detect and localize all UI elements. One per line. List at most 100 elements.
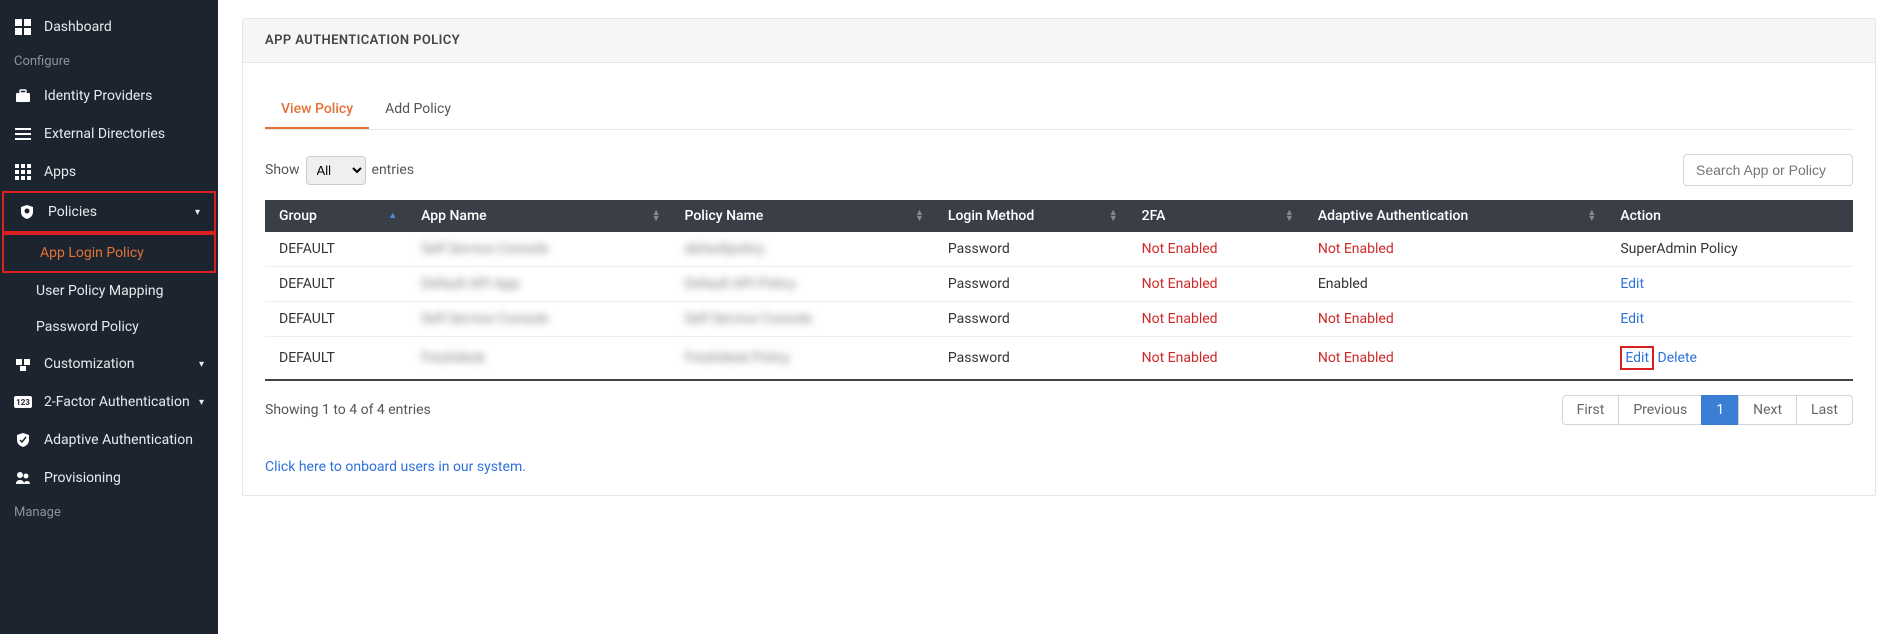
cell-login-method: Password xyxy=(934,337,1128,381)
sidebar-item-label: Password Policy xyxy=(36,319,139,335)
sidebar-item-label: User Policy Mapping xyxy=(36,283,163,299)
edit-link[interactable]: Edit xyxy=(1620,276,1644,292)
cell-group: DEFAULT xyxy=(265,232,407,267)
briefcase-icon xyxy=(14,87,32,105)
cell-app-name: Self Service Console xyxy=(407,232,670,267)
shield-icon xyxy=(18,203,36,221)
sidebar-item-label: Customization xyxy=(44,356,134,372)
cell-app-name: Self Service Console xyxy=(407,302,670,337)
cell-login-method: Password xyxy=(934,232,1128,267)
sidebar-item-identity-providers[interactable]: Identity Providers xyxy=(0,77,218,115)
cell-adaptive: Not Enabled xyxy=(1304,232,1607,267)
sidebar-item-app-login-policy[interactable]: App Login Policy xyxy=(2,233,216,273)
col-policy-name[interactable]: Policy Name▲▼ xyxy=(671,200,934,232)
cell-policy-name: Freshdesk Policy xyxy=(671,337,934,381)
dashboard-icon xyxy=(14,18,32,36)
sidebar-item-external-directories[interactable]: External Directories xyxy=(0,115,218,153)
sidebar-item-label: Provisioning xyxy=(44,470,121,486)
panel-title: APP AUTHENTICATION POLICY xyxy=(243,19,1875,63)
col-group[interactable]: Group▲ xyxy=(265,200,407,232)
tabs: View Policy Add Policy xyxy=(265,91,1853,130)
main-content: APP AUTHENTICATION POLICY View Policy Ad… xyxy=(218,0,1900,634)
cell-action: SuperAdmin Policy xyxy=(1606,232,1853,267)
users-icon xyxy=(14,469,32,487)
sidebar-item-label: App Login Policy xyxy=(40,245,144,261)
list-icon xyxy=(14,125,32,143)
cell-login-method: Password xyxy=(934,302,1128,337)
cell-adaptive: Not Enabled xyxy=(1304,337,1607,381)
delete-link[interactable]: Delete xyxy=(1658,350,1697,366)
cell-policy-name: Self Service Console xyxy=(671,302,934,337)
cell-group: DEFAULT xyxy=(265,267,407,302)
key-icon: 123 xyxy=(14,393,32,411)
shield-check-icon xyxy=(14,431,32,449)
page-previous[interactable]: Previous xyxy=(1618,395,1702,425)
col-adaptive[interactable]: Adaptive Authentication▲▼ xyxy=(1304,200,1607,232)
show-label: Show xyxy=(265,162,300,178)
col-login-method[interactable]: Login Method▲▼ xyxy=(934,200,1128,232)
cell-action: Edit xyxy=(1606,302,1853,337)
sidebar-section-manage: Manage xyxy=(0,497,218,528)
table-info: Showing 1 to 4 of 4 entries xyxy=(265,402,431,418)
cell-adaptive: Enabled xyxy=(1304,267,1607,302)
entries-select[interactable]: All xyxy=(306,156,366,185)
sidebar-item-password-policy[interactable]: Password Policy xyxy=(0,309,218,345)
edit-link[interactable]: Edit xyxy=(1620,346,1654,370)
pagination: First Previous 1 Next Last xyxy=(1562,395,1853,425)
tab-view-policy[interactable]: View Policy xyxy=(265,91,369,129)
search-input[interactable] xyxy=(1683,154,1853,186)
sidebar-item-apps[interactable]: Apps xyxy=(0,153,218,191)
page-first[interactable]: First xyxy=(1562,395,1620,425)
cell-2fa: Not Enabled xyxy=(1128,337,1304,381)
sidebar-item-label: Policies xyxy=(48,204,97,220)
cell-app-name: Freshdesk xyxy=(407,337,670,381)
table-row: DEFAULTSelf Service ConsoleSelf Service … xyxy=(265,302,1853,337)
page-last[interactable]: Last xyxy=(1796,395,1853,425)
sidebar-item-user-policy-mapping[interactable]: User Policy Mapping xyxy=(0,273,218,309)
cell-group: DEFAULT xyxy=(265,337,407,381)
table-row: DEFAULTSelf Service Consoledefaultpolicy… xyxy=(265,232,1853,267)
chevron-down-icon: ▾ xyxy=(199,359,204,370)
cell-app-name: Default API App xyxy=(407,267,670,302)
cell-2fa: Not Enabled xyxy=(1128,302,1304,337)
cell-action: Edit Delete xyxy=(1606,337,1853,381)
onboard-link[interactable]: Click here to onboard users in our syste… xyxy=(265,459,1853,475)
col-2fa[interactable]: 2FA▲▼ xyxy=(1128,200,1304,232)
table-row: DEFAULTFreshdeskFreshdesk PolicyPassword… xyxy=(265,337,1853,381)
svg-text:123: 123 xyxy=(16,398,30,407)
grid-icon xyxy=(14,163,32,181)
sidebar-item-label: Dashboard xyxy=(44,19,112,35)
sidebar-item-dashboard[interactable]: Dashboard xyxy=(0,8,218,46)
page-next[interactable]: Next xyxy=(1738,395,1797,425)
panel: APP AUTHENTICATION POLICY View Policy Ad… xyxy=(242,18,1876,496)
tab-add-policy[interactable]: Add Policy xyxy=(369,91,467,129)
sidebar-item-policies[interactable]: Policies ▾ xyxy=(2,191,216,233)
col-app-name[interactable]: App Name▲▼ xyxy=(407,200,670,232)
sidebar-item-label: Identity Providers xyxy=(44,88,152,104)
sidebar-item-label: External Directories xyxy=(44,126,165,142)
policy-table: Group▲ App Name▲▼ Policy Name▲▼ Login Me… xyxy=(265,200,1853,381)
sidebar-item-label: 2-Factor Authentication xyxy=(44,394,190,410)
cell-2fa: Not Enabled xyxy=(1128,267,1304,302)
cell-2fa: Not Enabled xyxy=(1128,232,1304,267)
cell-login-method: Password xyxy=(934,267,1128,302)
sidebar-item-customization[interactable]: Customization ▾ xyxy=(0,345,218,383)
chevron-down-icon: ▾ xyxy=(199,397,204,408)
sidebar-item-provisioning[interactable]: Provisioning xyxy=(0,459,218,497)
sidebar-item-label: Adaptive Authentication xyxy=(44,432,193,448)
sidebar-item-2fa[interactable]: 123 2-Factor Authentication ▾ xyxy=(0,383,218,421)
sidebar: Dashboard Configure Identity Providers E… xyxy=(0,0,218,634)
sidebar-item-adaptive-auth[interactable]: Adaptive Authentication xyxy=(0,421,218,459)
col-action: Action xyxy=(1606,200,1853,232)
cell-policy-name: Default API Policy xyxy=(671,267,934,302)
sidebar-section-configure: Configure xyxy=(0,46,218,77)
cell-action: Edit xyxy=(1606,267,1853,302)
cell-group: DEFAULT xyxy=(265,302,407,337)
sidebar-item-label: Apps xyxy=(44,164,76,180)
page-1[interactable]: 1 xyxy=(1701,395,1739,425)
table-row: DEFAULTDefault API AppDefault API Policy… xyxy=(265,267,1853,302)
cell-adaptive: Not Enabled xyxy=(1304,302,1607,337)
chevron-down-icon: ▾ xyxy=(195,207,200,218)
puzzle-icon xyxy=(14,355,32,373)
edit-link[interactable]: Edit xyxy=(1620,311,1644,327)
